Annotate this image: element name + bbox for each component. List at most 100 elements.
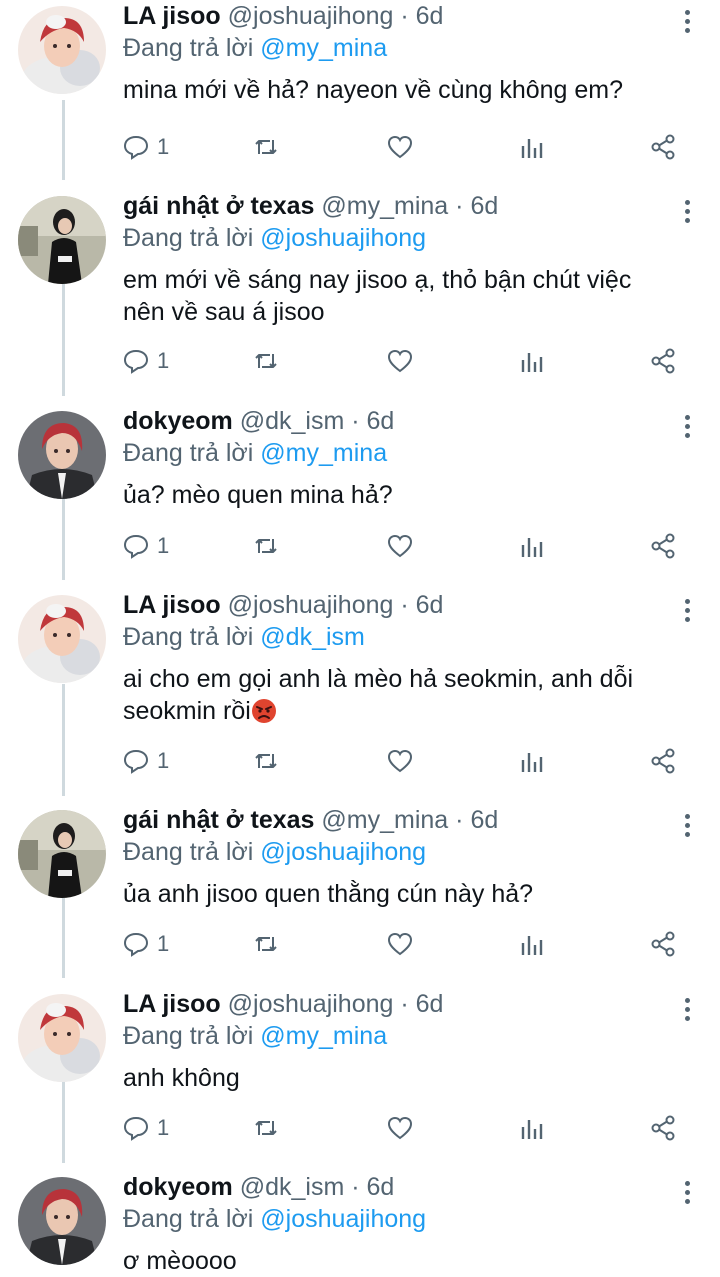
reply-mention[interactable]: @joshuajihong <box>260 224 426 252</box>
retweet-button[interactable] <box>253 131 279 163</box>
display-name[interactable]: dokyeom <box>123 407 233 435</box>
like-button[interactable] <box>387 345 413 377</box>
analytics-button[interactable] <box>519 1112 545 1144</box>
display-name[interactable]: gái nhật ở texas <box>123 192 314 220</box>
separator-dot: · <box>400 2 409 30</box>
user-handle[interactable]: @dk_ism <box>240 407 345 435</box>
more-options-icon[interactable] <box>682 599 692 625</box>
reply-button[interactable]: 1 <box>123 745 169 777</box>
like-button[interactable] <box>387 1112 413 1144</box>
tweet-text-line: em mới về sáng nay jisoo ạ, thỏ bận chút… <box>123 266 632 294</box>
retweet-button[interactable] <box>253 530 279 562</box>
reply-mention[interactable]: @my_mina <box>260 34 387 62</box>
analytics-button[interactable] <box>519 530 545 562</box>
timestamp[interactable]: 6d <box>367 407 395 435</box>
timestamp[interactable]: 6d <box>416 2 444 30</box>
timestamp[interactable]: 6d <box>416 990 444 1018</box>
separator-dot: · <box>351 1173 360 1201</box>
like-button[interactable] <box>387 745 413 777</box>
more-options-icon[interactable] <box>682 998 692 1024</box>
analytics-icon <box>521 1120 543 1139</box>
user-handle[interactable]: @joshuajihong <box>228 990 394 1018</box>
share-icon <box>651 348 675 374</box>
share-button[interactable] <box>650 131 676 163</box>
avatar[interactable] <box>18 6 106 94</box>
separator-dot: · <box>351 407 360 435</box>
user-handle[interactable]: @my_mina <box>321 806 448 834</box>
timestamp[interactable]: 6d <box>470 806 498 834</box>
reply-icon <box>123 749 149 774</box>
display-name[interactable]: LA jisoo <box>123 2 221 30</box>
more-options-icon[interactable] <box>682 1181 692 1207</box>
reply-button[interactable]: 1 <box>123 530 169 562</box>
thread-line <box>62 684 65 796</box>
more-options-icon[interactable] <box>682 200 692 226</box>
share-button[interactable] <box>650 1112 676 1144</box>
reply-mention[interactable]: @my_mina <box>260 439 387 467</box>
retweet-button[interactable] <box>253 345 279 377</box>
reply-count: 1 <box>157 748 170 773</box>
angry-face-emoji <box>251 699 276 723</box>
heart-icon <box>387 932 413 956</box>
more-options-icon[interactable] <box>682 10 692 36</box>
reply-button[interactable]: 1 <box>123 345 169 377</box>
avatar[interactable] <box>18 595 106 683</box>
retweet-icon <box>255 140 277 154</box>
analytics-button[interactable] <box>519 745 545 777</box>
share-button[interactable] <box>650 345 676 377</box>
analytics-button[interactable] <box>519 131 545 163</box>
avatar[interactable] <box>18 810 106 898</box>
retweet-button[interactable] <box>253 1112 279 1144</box>
analytics-button[interactable] <box>519 928 545 960</box>
share-button[interactable] <box>650 530 676 562</box>
reply-button[interactable]: 1 <box>123 928 169 960</box>
timestamp[interactable]: 6d <box>367 1173 395 1201</box>
reply-count: 1 <box>157 1115 170 1140</box>
display-name[interactable]: LA jisoo <box>123 990 221 1018</box>
avatar[interactable] <box>18 994 106 1082</box>
retweet-button[interactable] <box>253 745 279 777</box>
analytics-icon <box>521 139 543 158</box>
like-button[interactable] <box>387 928 413 960</box>
heart-icon <box>387 135 413 159</box>
analytics-button[interactable] <box>519 345 545 377</box>
share-button[interactable] <box>650 745 676 777</box>
reply-mention[interactable]: @joshuajihong <box>260 838 426 866</box>
replying-to-label: Đang trả lời <box>123 34 254 62</box>
user-handle[interactable]: @my_mina <box>321 192 448 220</box>
heart-icon <box>387 749 413 773</box>
avatar[interactable] <box>18 196 106 284</box>
user-handle[interactable]: @joshuajihong <box>228 2 394 30</box>
retweet-icon <box>255 937 277 951</box>
tweet-text: mina mới về hả? nayeon về cùng không em? <box>123 74 680 106</box>
like-button[interactable] <box>387 530 413 562</box>
reply-icon <box>123 135 149 160</box>
display-name[interactable]: LA jisoo <box>123 591 221 619</box>
heart-icon <box>387 534 413 558</box>
timestamp[interactable]: 6d <box>470 192 498 220</box>
retweet-button[interactable] <box>253 928 279 960</box>
like-button[interactable] <box>387 131 413 163</box>
reply-mention[interactable]: @dk_ism <box>260 623 365 651</box>
reply-button[interactable]: 1 <box>123 131 169 163</box>
replying-to-label: Đang trả lời <box>123 224 254 252</box>
reply-mention[interactable]: @joshuajihong <box>260 1205 426 1233</box>
avatar[interactable] <box>18 1177 106 1265</box>
reply-mention[interactable]: @my_mina <box>260 1022 387 1050</box>
user-handle[interactable]: @joshuajihong <box>228 591 394 619</box>
timestamp[interactable]: 6d <box>416 591 444 619</box>
reply-icon <box>123 932 149 957</box>
more-options-icon[interactable] <box>682 415 692 441</box>
share-icon <box>651 533 675 559</box>
tweet-text: ơ mèoooo <box>123 1245 680 1277</box>
display-name[interactable]: dokyeom <box>123 1173 233 1201</box>
display-name[interactable]: gái nhật ở texas <box>123 806 314 834</box>
reply-button[interactable]: 1 <box>123 1112 169 1144</box>
tweet-text-line: seokmin rồi <box>123 697 251 725</box>
avatar[interactable] <box>18 411 106 499</box>
thread-line <box>62 284 65 396</box>
more-options-icon[interactable] <box>682 814 692 840</box>
share-button[interactable] <box>650 928 676 960</box>
analytics-icon <box>521 538 543 557</box>
user-handle[interactable]: @dk_ism <box>240 1173 345 1201</box>
